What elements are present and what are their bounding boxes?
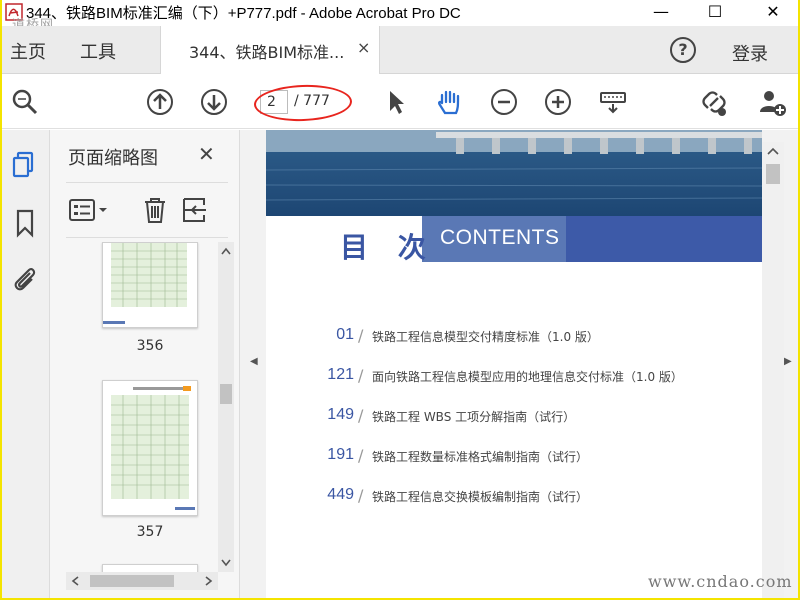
document-viewer: ◀ 目 次 CONTENTS 01 / 铁路工程信息模型交付精度标准（1.0 版…	[240, 130, 798, 598]
maximize-button[interactable]: ☐	[692, 0, 738, 22]
window-title: 344、铁路BIM标准汇编（下）+P777.pdf - Adobe Acroba…	[26, 5, 461, 22]
navigation-rail	[2, 130, 50, 598]
add-user-icon[interactable]	[757, 87, 787, 117]
thumbnail-page-next[interactable]	[102, 564, 198, 572]
collapse-left-pane-icon[interactable]: ◀	[250, 356, 258, 367]
site-watermark-bottom: www.cndao.com	[648, 572, 793, 591]
thumbnail-horizontal-scrollbar[interactable]	[66, 572, 218, 590]
zoom-in-icon[interactable]	[543, 87, 573, 117]
toc-separator: /	[358, 366, 364, 385]
toc-heading: 目 次	[340, 231, 436, 264]
contents-band-dark	[566, 216, 762, 262]
zoom-out-icon[interactable]	[489, 87, 519, 117]
thumbnail-label-357: 357	[136, 524, 164, 540]
toc-separator: /	[358, 326, 364, 345]
attachment-icon[interactable]	[10, 264, 40, 294]
thumbnail-options-icon[interactable]	[68, 195, 112, 225]
select-arrow-icon[interactable]	[380, 87, 410, 117]
toc-entry[interactable]: 121 / 面向铁路工程信息模型应用的地理信息交付标准（1.0 版）	[266, 366, 762, 390]
title-bar: 344、铁路BIM标准汇编（下）+P777.pdf - Adobe Acroba…	[2, 0, 798, 33]
document-vertical-scrollbar[interactable]	[762, 142, 784, 598]
delete-page-icon[interactable]	[140, 195, 170, 225]
toc-page-number: 449	[327, 486, 354, 503]
bookmark-icon[interactable]	[10, 208, 40, 238]
toc-entry[interactable]: 01 / 铁路工程信息模型交付精度标准（1.0 版）	[266, 326, 762, 350]
toc-entry[interactable]: 191 / 铁路工程数量标准格式编制指南（试行）	[266, 446, 762, 470]
acrobat-window: 344、铁路BIM标准汇编（下）+P777.pdf - Adobe Acroba…	[2, 0, 798, 598]
toc-page-number: 149	[327, 406, 354, 423]
extract-page-icon[interactable]	[180, 195, 210, 225]
thumbnail-vertical-scrollbar[interactable]	[218, 242, 234, 572]
close-tab-icon[interactable]: ×	[357, 38, 370, 57]
toc-separator: /	[358, 486, 364, 505]
menu-home[interactable]: 主页	[10, 38, 46, 64]
document-tab-label: 344、铁路BIM标准...	[189, 43, 345, 62]
toc-page-number: 121	[327, 366, 354, 383]
previous-page-icon[interactable]	[145, 87, 175, 117]
toc-separator: /	[358, 406, 364, 425]
toc-title: 面向铁路工程信息模型应用的地理信息交付标准（1.0 版）	[372, 370, 683, 384]
login-button[interactable]: 登录	[732, 40, 768, 66]
hand-tool-icon[interactable]	[434, 87, 464, 117]
page-thumbnails-icon[interactable]	[10, 150, 40, 180]
thumbnail-pane: 页面缩略图 ✕ 356 357	[50, 130, 240, 598]
next-page-icon[interactable]	[199, 87, 229, 117]
toolbar: 2 / 777	[2, 75, 798, 129]
toc-page-number: 01	[336, 326, 354, 343]
menu-bar: 主页 工具 344、铁路BIM标准... × ? 登录	[2, 26, 798, 74]
thumbnail-page-356[interactable]	[102, 242, 198, 328]
document-tab[interactable]: 344、铁路BIM标准... ×	[160, 26, 380, 74]
pane-toolbar	[66, 182, 228, 238]
pdf-page: 目 次 CONTENTS 01 / 铁路工程信息模型交付精度标准（1.0 版） …	[266, 130, 762, 598]
thumbnail-list: 356 357	[66, 242, 214, 572]
toc-title: 铁路工程 WBS 工项分解指南（试行）	[372, 410, 576, 424]
help-icon[interactable]: ?	[670, 37, 696, 63]
bridge-photo	[266, 130, 762, 216]
share-link-icon[interactable]	[699, 87, 729, 117]
toc-entry[interactable]: 149 / 铁路工程 WBS 工项分解指南（试行）	[266, 406, 762, 430]
minimize-button[interactable]: —	[638, 0, 684, 22]
toc-page-number: 191	[327, 446, 354, 463]
toc-entry[interactable]: 449 / 铁路工程信息交换模板编制指南（试行）	[266, 486, 762, 510]
toc-title: 铁路工程信息模型交付精度标准（1.0 版）	[372, 330, 599, 344]
search-zoom-icon[interactable]	[10, 87, 40, 117]
thumbnail-label-356: 356	[136, 338, 164, 354]
toc-title: 铁路工程数量标准格式编制指南（试行）	[372, 450, 589, 464]
menu-tools[interactable]: 工具	[80, 38, 116, 64]
contents-label: CONTENTS	[440, 226, 560, 249]
thumbnail-page-357[interactable]	[102, 380, 198, 516]
pane-title: 页面缩略图	[68, 148, 158, 169]
toc-separator: /	[358, 446, 364, 465]
toc-title: 铁路工程信息交换模板编制指南（试行）	[372, 490, 589, 504]
collapse-right-pane-icon[interactable]: ▶	[784, 356, 792, 367]
close-pane-icon[interactable]: ✕	[198, 142, 215, 166]
keyboard-tools-icon[interactable]	[598, 87, 628, 117]
close-window-button[interactable]: ✕	[750, 0, 796, 22]
